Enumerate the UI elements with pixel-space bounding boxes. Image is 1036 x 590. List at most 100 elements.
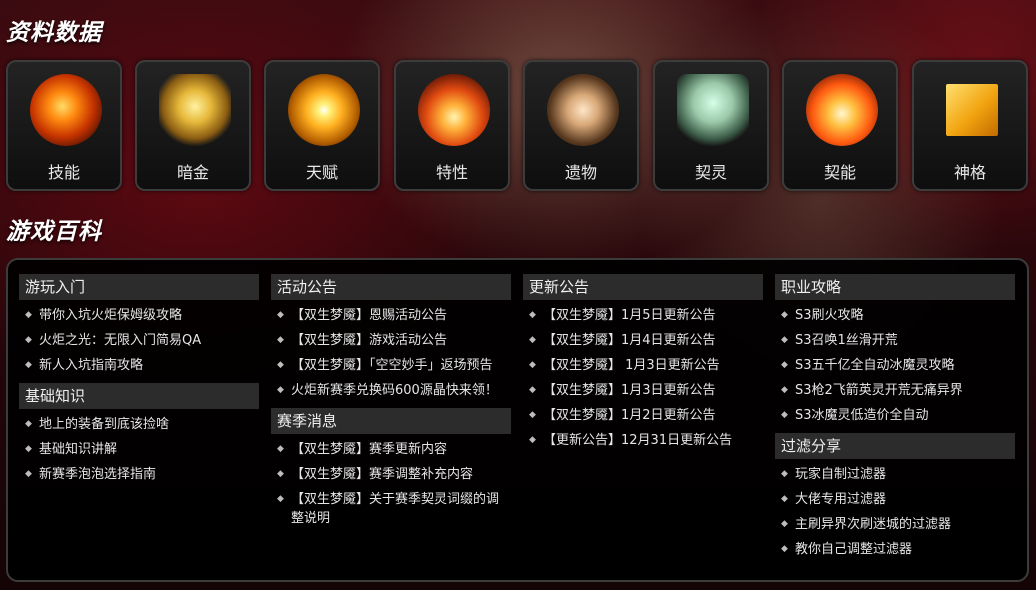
item-link[interactable]: 火炬之光：无限入门简易QA [39,333,201,348]
diamond-bullet-icon: ◆ [781,335,788,345]
item-link[interactable]: 【双生梦魇】1月4日更新公告 [543,333,716,348]
item-link[interactable]: 【双生梦魇】1月3日更新公告 [543,383,716,398]
item-link[interactable]: 地上的装备到底该捡啥 [39,417,169,432]
diamond-bullet-icon: ◆ [781,360,788,370]
list-item[interactable]: ◆ 火炬新赛季兑换码600源晶快来领！ [271,381,511,400]
diamond-bullet-icon: ◆ [781,494,788,504]
item-link[interactable]: 新赛季泡泡选择指南 [39,467,156,482]
item-link[interactable]: 【双生梦魇】游戏活动公告 [291,333,447,348]
fire-crown-icon [806,74,878,146]
list-item[interactable]: ◆ 【双生梦魇】1月3日更新公告 [523,381,763,400]
card-relic[interactable]: 遗物 [523,60,639,191]
item-link[interactable]: 【双生梦魇】赛季更新内容 [291,442,447,457]
item-link[interactable]: S3冰魔灵低造价全自动 [795,408,929,423]
list-item[interactable]: ◆ 【双生梦魇】 1月3日更新公告 [523,356,763,375]
item-link[interactable]: 【双生梦魇】恩赐活动公告 [291,308,447,323]
list-item[interactable]: ◆ 【双生梦魇】「空空妙手」返场预告 [271,356,511,375]
list-item[interactable]: ◆ 玩家自制过滤器 [775,465,1015,484]
list-item[interactable]: ◆ S3刷火攻略 [775,306,1015,325]
card-skill[interactable]: 技能 [6,60,122,191]
list-item[interactable]: ◆ 新人入坑指南攻略 [19,356,259,375]
diamond-bullet-icon: ◆ [25,360,32,370]
list-item[interactable]: ◆ S3枪2飞箭英灵开荒无痛异界 [775,381,1015,400]
data-category-cards: 技能 暗金 天赋 特性 遗物 契灵 契能 神格 [6,60,1030,191]
diamond-bullet-icon: ◆ [277,469,284,479]
card-label: 天赋 [305,163,338,182]
spirit-creature-icon [677,74,749,146]
card-spirit[interactable]: 契灵 [653,60,769,191]
list-item[interactable]: ◆ 【双生梦魇】赛季更新内容 [271,440,511,459]
list-item[interactable]: ◆ 【双生梦魇】1月5日更新公告 [523,306,763,325]
card-dark-gold[interactable]: 暗金 [135,60,251,191]
list-item[interactable]: ◆ 【双生梦魇】赛季调整补充内容 [271,465,511,484]
link-group: 活动公告 ◆ 【双生梦魇】恩赐活动公告 ◆ 【双生梦魇】游戏活动公告 ◆ 【双生梦魇】… [271,274,511,400]
item-link[interactable]: S3五千亿全自动冰魔灵攻略 [795,358,955,373]
card-talent[interactable]: 天赋 [264,60,380,191]
list-item[interactable]: ◆ 火炬之光：无限入门简易QA [19,331,259,350]
list-item[interactable]: ◆ 【双生梦魇】恩赐活动公告 [271,306,511,325]
card-label: 神格 [953,163,986,182]
item-link[interactable]: 新人入坑指南攻略 [39,358,143,373]
card-label: 遗物 [564,163,597,182]
diamond-bullet-icon: ◆ [25,310,32,320]
list-item[interactable]: ◆ S3冰魔灵低造价全自动 [775,406,1015,425]
list-item[interactable]: ◆ 【双生梦魇】1月4日更新公告 [523,331,763,350]
diamond-bullet-icon: ◆ [781,469,788,479]
item-link[interactable]: 玩家自制过滤器 [795,467,886,482]
diamond-bullet-icon: ◆ [529,360,536,370]
wiki-column: 游玩入门 ◆ 带你入坑火炬保姆级攻略 ◆ 火炬之光：无限入门简易QA ◆ 新人入坑指南… [19,274,259,492]
list-item[interactable]: ◆ 基础知识讲解 [19,440,259,459]
item-link[interactable]: 【更新公告】12月31日更新公告 [543,433,732,448]
list-item[interactable]: ◆ S3五千亿全自动冰魔灵攻略 [775,356,1015,375]
item-link[interactable]: 【双生梦魇】 1月3日更新公告 [543,358,720,373]
flaming-sword-icon [30,74,102,146]
group-heading: 职业攻略 [775,274,1015,300]
item-link[interactable]: 教你自己调整过滤器 [795,542,912,557]
list-item[interactable]: ◆ S3召唤1丝滑开荒 [775,331,1015,350]
item-link[interactable]: 大佬专用过滤器 [795,492,886,507]
list-item[interactable]: ◆ 地上的装备到底该捡啥 [19,415,259,434]
list-item[interactable]: ◆ 大佬专用过滤器 [775,490,1015,509]
card-deity[interactable]: 神格 [912,60,1028,191]
item-link[interactable]: 主刷异界次刷迷城的过滤器 [795,517,951,532]
list-item[interactable]: ◆ 带你入坑火炬保姆级攻略 [19,306,259,325]
list-item[interactable]: ◆ 主刷异界次刷迷城的过滤器 [775,515,1015,534]
card-trait[interactable]: 特性 [394,60,510,191]
item-link[interactable]: 火炬新赛季兑换码600源晶快来领！ [291,383,498,398]
list-item[interactable]: ◆ 【双生梦魇】关于赛季契灵词缀的调整说明 [271,490,511,528]
flame-burst-icon [418,74,490,146]
diamond-bullet-icon: ◆ [277,310,284,320]
item-link[interactable]: S3刷火攻略 [795,308,864,323]
item-link[interactable]: 带你入坑火炬保姆级攻略 [39,308,182,323]
card-label: 契灵 [694,163,727,182]
item-link[interactable]: S3召唤1丝滑开荒 [795,333,898,348]
diamond-bullet-icon: ◆ [529,435,536,445]
item-link[interactable]: 基础知识讲解 [39,442,117,457]
diamond-bullet-icon: ◆ [781,385,788,395]
figure-relic-icon [547,74,619,146]
list-item[interactable]: ◆ 【更新公告】12月31日更新公告 [523,431,763,450]
diamond-bullet-icon: ◆ [529,335,536,345]
group-heading: 过滤分享 [775,433,1015,459]
link-group: 职业攻略 ◆ S3刷火攻略 ◆ S3召唤1丝滑开荒 ◆ S3五千亿全自动冰魔灵攻略 ◆… [775,274,1015,425]
item-link[interactable]: 【双生梦魇】「空空妙手」返场预告 [291,358,493,373]
diamond-bullet-icon: ◆ [277,494,284,504]
link-group: 过滤分享 ◆ 玩家自制过滤器 ◆ 大佬专用过滤器 ◆ 主刷异界次刷迷城的过滤器 ◆ 教你… [775,433,1015,559]
item-link[interactable]: 【双生梦魇】1月5日更新公告 [543,308,716,323]
card-label: 技能 [47,163,80,182]
diamond-bullet-icon: ◆ [781,519,788,529]
card-label: 特性 [435,163,468,182]
item-link[interactable]: S3枪2飞箭英灵开荒无痛异界 [795,383,963,398]
list-item[interactable]: ◆ 【双生梦魇】1月2日更新公告 [523,406,763,425]
list-item[interactable]: ◆ 新赛季泡泡选择指南 [19,465,259,484]
diamond-bullet-icon: ◆ [277,360,284,370]
diamond-bullet-icon: ◆ [25,419,32,429]
card-contract-energy[interactable]: 契能 [782,60,898,191]
diamond-bullet-icon: ◆ [277,335,284,345]
item-link[interactable]: 【双生梦魇】1月2日更新公告 [543,408,716,423]
list-item[interactable]: ◆ 【双生梦魇】游戏活动公告 [271,331,511,350]
list-item[interactable]: ◆ 教你自己调整过滤器 [775,540,1015,559]
diamond-bullet-icon: ◆ [25,469,32,479]
item-link[interactable]: 【双生梦魇】赛季调整补充内容 [291,467,473,482]
item-link[interactable]: 【双生梦魇】关于赛季契灵词缀的调整说明 [291,492,499,526]
